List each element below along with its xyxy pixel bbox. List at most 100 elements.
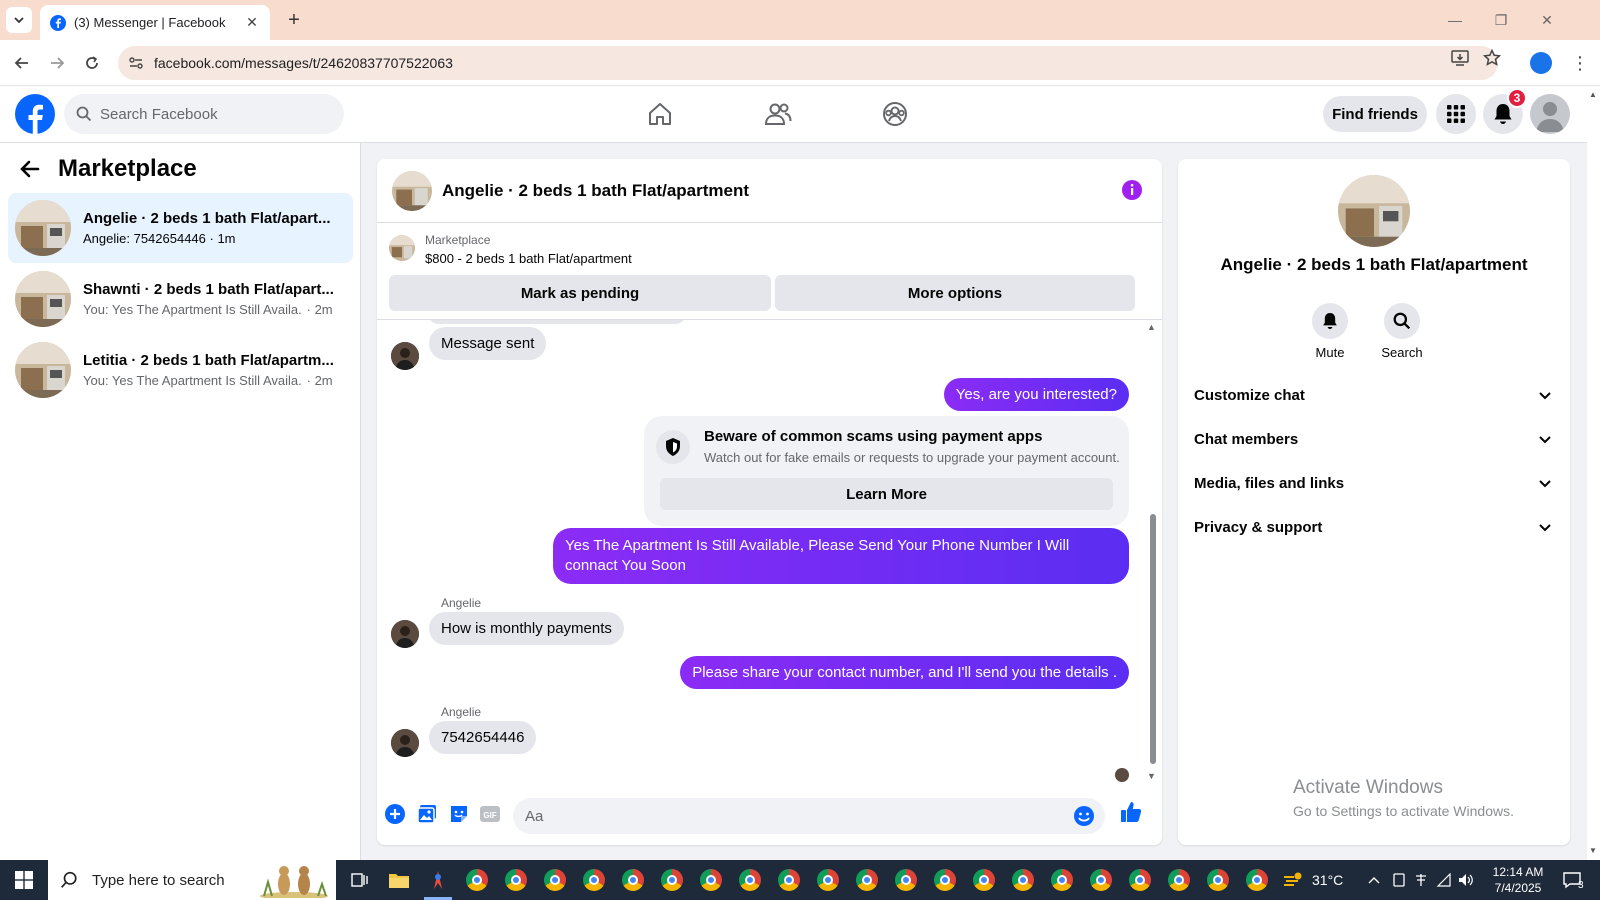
mark-as-pending-button[interactable]: Mark as pending <box>389 275 771 311</box>
chrome-taskbar-icon[interactable] <box>814 866 842 894</box>
friends-nav-button[interactable] <box>758 96 798 132</box>
network-icon[interactable] <box>1436 860 1452 900</box>
new-tab-button[interactable]: + <box>282 8 306 32</box>
customize-chat-section[interactable]: Customize chat <box>1186 375 1562 415</box>
task-view-icon[interactable] <box>346 866 374 894</box>
input-method-icon[interactable] <box>1414 860 1428 900</box>
page-scrollbar[interactable]: ▲ ▼ <box>1587 86 1600 860</box>
info-icon[interactable] <box>1121 179 1143 201</box>
file-explorer-icon[interactable] <box>385 866 413 894</box>
photo-icon[interactable] <box>415 802 439 826</box>
chrome-taskbar-icon[interactable] <box>931 866 959 894</box>
install-app-icon[interactable] <box>1450 48 1470 68</box>
chrome-taskbar-icon[interactable] <box>658 866 686 894</box>
chrome-taskbar-icon[interactable] <box>970 866 998 894</box>
media-files-links-section[interactable]: Media, files and links <box>1186 463 1562 503</box>
chrome-taskbar-icon[interactable] <box>1009 866 1037 894</box>
chrome-taskbar-icon[interactable] <box>892 866 920 894</box>
minimize-button[interactable]: — <box>1432 0 1478 40</box>
listing-avatar <box>1338 175 1410 247</box>
taskbar-clock[interactable]: 12:14 AM 7/4/2025 <box>1476 864 1560 896</box>
chrome-taskbar-icon[interactable] <box>1048 866 1076 894</box>
chrome-taskbar-icon[interactable] <box>697 866 725 894</box>
menu-button[interactable] <box>1436 94 1476 134</box>
scroll-up-icon[interactable]: ▲ <box>1147 322 1156 332</box>
show-hidden-icons[interactable] <box>1368 860 1380 900</box>
plus-circle-icon[interactable] <box>383 802 407 826</box>
volume-icon[interactable] <box>1458 860 1474 900</box>
chrome-taskbar-icon[interactable] <box>502 866 530 894</box>
search-conversation-button[interactable]: Search <box>1372 303 1432 360</box>
action-center-button[interactable]: 3 <box>1562 860 1584 900</box>
chrome-taskbar-icon[interactable] <box>775 866 803 894</box>
chat-scrollbar[interactable] <box>1150 514 1156 764</box>
browser-menu-icon[interactable]: ⋮ <box>1570 50 1590 76</box>
browser-tab[interactable]: (3) Messenger | Facebook ✕ <box>40 5 270 40</box>
chrome-taskbar-icon[interactable] <box>1126 866 1154 894</box>
chrome-taskbar-icon[interactable] <box>1087 866 1115 894</box>
marketplace-listing-strip: Marketplace $800 - 2 beds 1 bath Flat/ap… <box>377 223 1162 320</box>
read-receipt-avatar <box>1115 768 1129 782</box>
address-bar[interactable]: facebook.com/messages/t/2462083770752206… <box>118 46 1498 80</box>
chrome-taskbar-icon[interactable] <box>619 866 647 894</box>
chrome-taskbar-icon[interactable] <box>463 866 491 894</box>
chat-members-section[interactable]: Chat members <box>1186 419 1562 459</box>
chat-thumbnail[interactable] <box>392 170 432 211</box>
facebook-logo-icon[interactable] <box>15 94 55 134</box>
message-input-box[interactable] <box>513 798 1105 834</box>
back-arrow-icon[interactable] <box>20 159 40 179</box>
scam-warning-card: Beware of common scams using payment app… <box>644 416 1129 526</box>
forward-button[interactable] <box>45 51 69 75</box>
emoji-icon[interactable] <box>1073 805 1095 827</box>
message-input[interactable] <box>525 807 1065 825</box>
conversation-item[interactable]: Shawnti · 2 beds 1 bath Flat/apart... Yo… <box>8 264 353 334</box>
groups-nav-button[interactable] <box>875 96 915 132</box>
chat-title[interactable]: Angelie · 2 beds 1 bath Flat/apartment <box>442 181 749 201</box>
conversation-item[interactable]: Letitia · 2 beds 1 bath Flat/apartm... Y… <box>8 335 353 405</box>
previous-message-bubble <box>427 320 687 324</box>
mute-button[interactable]: Mute <box>1300 303 1360 360</box>
chrome-taskbar-icon[interactable] <box>541 866 569 894</box>
browser-profile-avatar[interactable] <box>1530 52 1552 74</box>
pinned-app-icon[interactable] <box>424 866 452 894</box>
gif-icon[interactable]: GIF <box>478 802 502 826</box>
conversation-snippet: Angelie: 7542654446 <box>83 231 206 246</box>
user-icon <box>1536 102 1564 132</box>
back-button[interactable] <box>10 51 34 75</box>
message-composer: GIF <box>377 785 1162 845</box>
close-window-button[interactable]: ✕ <box>1524 0 1570 40</box>
chat-header: Angelie · 2 beds 1 bath Flat/apartment <box>377 159 1162 223</box>
chrome-taskbar-icon[interactable] <box>1243 866 1271 894</box>
sticker-icon[interactable] <box>447 802 471 826</box>
reload-button[interactable] <box>80 51 104 75</box>
home-nav-button[interactable] <box>640 96 680 132</box>
listing-thumbnail[interactable] <box>389 235 415 261</box>
facebook-search[interactable] <box>64 94 344 134</box>
bookmark-star-icon[interactable] <box>1482 48 1502 68</box>
like-thumb-icon[interactable] <box>1119 800 1143 824</box>
chrome-taskbar-icon[interactable] <box>580 866 608 894</box>
more-options-button[interactable]: More options <box>775 275 1135 311</box>
tab-search-button[interactable] <box>6 7 32 33</box>
start-button[interactable] <box>0 860 48 900</box>
section-label: Media, files and links <box>1194 474 1345 492</box>
chrome-taskbar-icon[interactable] <box>736 866 764 894</box>
find-friends-button[interactable]: Find friends <box>1323 96 1427 132</box>
privacy-support-section[interactable]: Privacy & support <box>1186 507 1562 547</box>
taskbar-search[interactable]: Type here to search <box>48 860 336 900</box>
listing-title[interactable]: $800 - 2 beds 1 bath Flat/apartment <box>425 251 632 266</box>
close-tab-icon[interactable]: ✕ <box>244 14 260 31</box>
chrome-taskbar-icon[interactable] <box>1204 866 1232 894</box>
chrome-taskbar-icon[interactable] <box>1165 866 1193 894</box>
facebook-search-input[interactable] <box>100 105 320 123</box>
scroll-down-icon[interactable]: ▼ <box>1147 771 1156 781</box>
device-icon[interactable] <box>1392 860 1406 900</box>
conversation-item[interactable]: Angelie · 2 beds 1 bath Flat/apart... An… <box>8 193 353 263</box>
account-avatar[interactable] <box>1530 94 1570 134</box>
restore-button[interactable]: ❐ <box>1478 0 1524 40</box>
site-settings-icon <box>129 57 143 69</box>
learn-more-button[interactable]: Learn More <box>660 478 1113 510</box>
chrome-taskbar-icon[interactable] <box>853 866 881 894</box>
weather-widget[interactable]: 31°C <box>1282 860 1343 900</box>
chevron-down-icon <box>14 17 24 24</box>
